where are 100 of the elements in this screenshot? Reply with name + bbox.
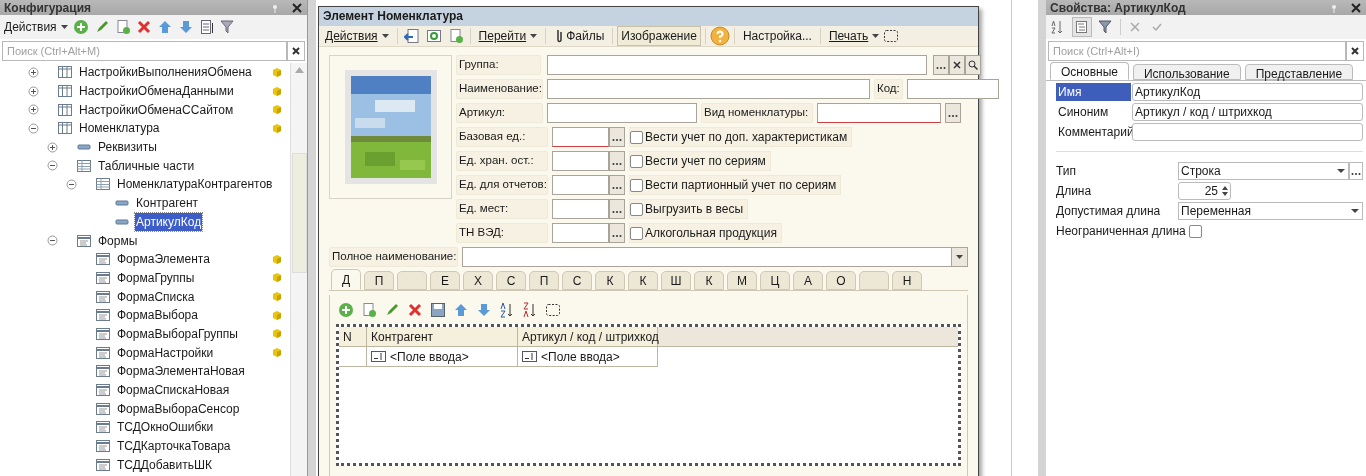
checkbox[interactable]: Вести учет по доп. характеристикам bbox=[629, 127, 853, 147]
menu-button[interactable]: Действия bbox=[321, 25, 393, 46]
toolbar-button[interactable]: Настройка... bbox=[738, 25, 816, 46]
tree-item[interactable]: НастройкиВыполненияОбмена bbox=[78, 63, 253, 82]
copy-icon[interactable] bbox=[114, 19, 131, 35]
input-field[interactable] bbox=[552, 151, 609, 171]
number-field[interactable]: 25 bbox=[1178, 182, 1231, 200]
tab[interactable]: Д bbox=[331, 269, 361, 290]
expand-icon[interactable] bbox=[28, 85, 39, 97]
checkbox[interactable]: Вести партионный учет по сериям bbox=[629, 175, 842, 195]
tab[interactable]: П bbox=[529, 271, 559, 290]
tab[interactable]: К bbox=[595, 271, 625, 290]
tree-item[interactable]: НастройкиОбменаССайтом bbox=[78, 100, 235, 119]
input-field[interactable] bbox=[1132, 123, 1363, 141]
add-icon[interactable] bbox=[72, 19, 89, 35]
categories-icon[interactable] bbox=[1074, 19, 1090, 35]
tree-item[interactable]: ФормаВыбора bbox=[116, 306, 199, 325]
filter-icon[interactable] bbox=[219, 19, 236, 35]
input-field[interactable]: Артикул / код / штрихкод bbox=[1132, 103, 1363, 121]
input-field[interactable] bbox=[552, 127, 609, 147]
collapse-icon[interactable] bbox=[47, 160, 58, 172]
clear-search-button[interactable] bbox=[1346, 41, 1364, 61]
close-icon[interactable] bbox=[291, 1, 303, 14]
input-field[interactable] bbox=[817, 103, 941, 123]
filter-icon[interactable] bbox=[1098, 19, 1114, 35]
search-field[interactable]: Поиск (Ctrl+Alt+I) bbox=[1048, 41, 1346, 61]
delete-icon[interactable] bbox=[407, 302, 423, 318]
input-field[interactable] bbox=[552, 175, 609, 195]
copy-icon[interactable] bbox=[361, 302, 377, 318]
tree-item[interactable]: ФормаЭлемента bbox=[116, 250, 211, 269]
arrow-down-icon[interactable] bbox=[476, 302, 492, 318]
tree-item[interactable]: ФормаВыбораГруппы bbox=[116, 324, 239, 343]
sort-descending-icon[interactable] bbox=[522, 302, 538, 318]
tab[interactable]: С bbox=[562, 271, 592, 290]
input-field[interactable] bbox=[552, 223, 609, 243]
tree-item[interactable]: ФормаСписка bbox=[116, 287, 196, 306]
tree-item[interactable]: ФормаСпискаНовая bbox=[116, 381, 231, 400]
tab[interactable]: А bbox=[793, 271, 823, 290]
add-icon[interactable] bbox=[338, 302, 354, 318]
tab[interactable]: Представление bbox=[1244, 64, 1354, 80]
select-button[interactable] bbox=[609, 199, 625, 219]
tree-item[interactable]: НастройкиОбменаДанными bbox=[78, 82, 235, 101]
sort-ascending-icon[interactable] bbox=[499, 302, 515, 318]
tab[interactable]: О bbox=[826, 271, 856, 290]
tab[interactable]: Х bbox=[463, 271, 493, 290]
import-icon[interactable] bbox=[403, 27, 420, 44]
delete-icon[interactable] bbox=[135, 19, 152, 35]
select-button[interactable] bbox=[945, 103, 961, 123]
dropdown-field[interactable]: Строка bbox=[1178, 162, 1349, 180]
tree-item[interactable]: ТСДДобавитьШК bbox=[116, 455, 213, 474]
input-field[interactable]: АртикулКод bbox=[1132, 83, 1363, 101]
dropdown-field[interactable] bbox=[462, 247, 968, 267]
tree-item[interactable]: Реквизиты bbox=[97, 138, 158, 157]
input-field[interactable] bbox=[907, 79, 999, 99]
tree-item[interactable]: ТСДКарточкаТовара bbox=[116, 437, 232, 456]
tree-item[interactable]: АртикулКод bbox=[135, 212, 203, 231]
search-button[interactable] bbox=[965, 55, 981, 75]
scrollbar[interactable] bbox=[290, 63, 307, 476]
selection-icon[interactable] bbox=[545, 302, 561, 318]
tree-item[interactable]: Контрагент bbox=[135, 194, 200, 213]
tree-item[interactable]: ТСДОкноОшибки bbox=[116, 418, 215, 437]
collapse-icon[interactable] bbox=[66, 178, 77, 190]
tab[interactable]: К bbox=[694, 271, 724, 290]
input-field[interactable] bbox=[547, 55, 927, 75]
arrow-up-icon[interactable] bbox=[453, 302, 469, 318]
select-button[interactable] bbox=[609, 175, 625, 195]
tab[interactable]: К bbox=[628, 271, 658, 290]
checkbox[interactable]: Выгрузить в весы bbox=[629, 199, 749, 219]
menu-button[interactable]: Печать bbox=[824, 25, 884, 46]
help-icon[interactable] bbox=[709, 25, 730, 46]
property-label[interactable]: Синоним bbox=[1056, 103, 1131, 121]
column-header[interactable]: Артикул / код / штрихкод bbox=[518, 327, 658, 346]
menu-button[interactable]: Перейти bbox=[474, 25, 542, 46]
clear-button[interactable] bbox=[949, 55, 965, 75]
collapse-icon[interactable] bbox=[28, 122, 39, 134]
close-icon[interactable] bbox=[1350, 1, 1362, 14]
tree-item[interactable]: Номенклатура bbox=[78, 119, 161, 138]
tree-item[interactable]: Формы bbox=[97, 231, 139, 250]
selection-icon[interactable] bbox=[883, 27, 900, 44]
expand-icon[interactable] bbox=[47, 141, 58, 153]
tree-item[interactable]: ФормаГруппы bbox=[116, 268, 196, 287]
tree-item[interactable]: ФормаНастройки bbox=[116, 343, 215, 362]
tree-item[interactable]: ФормаВыбораСенсор bbox=[116, 399, 241, 418]
toolbar-button[interactable]: Файлы bbox=[562, 25, 609, 46]
property-label[interactable]: Имя bbox=[1056, 83, 1131, 101]
tree-item[interactable]: Табличные части bbox=[97, 156, 196, 175]
checkbox[interactable]: Алкогольная продукция bbox=[629, 223, 782, 243]
tree-item[interactable]: ФормаЭлементаНовая bbox=[116, 362, 246, 381]
tab[interactable]: Н bbox=[892, 271, 922, 290]
select-button[interactable] bbox=[609, 151, 625, 171]
search-field[interactable]: Поиск (Ctrl+Alt+M) bbox=[2, 41, 287, 61]
expand-icon[interactable] bbox=[28, 104, 39, 116]
tab[interactable]: С bbox=[496, 271, 526, 290]
select-button[interactable] bbox=[933, 55, 949, 75]
tab[interactable]: Ц bbox=[760, 271, 790, 290]
select-button[interactable] bbox=[609, 127, 625, 147]
property-label[interactable]: Комментарий bbox=[1056, 123, 1131, 141]
tab[interactable]: Е bbox=[430, 271, 460, 290]
select-button[interactable] bbox=[609, 223, 625, 243]
checkbox[interactable]: Вести учет по сериям bbox=[629, 151, 771, 171]
